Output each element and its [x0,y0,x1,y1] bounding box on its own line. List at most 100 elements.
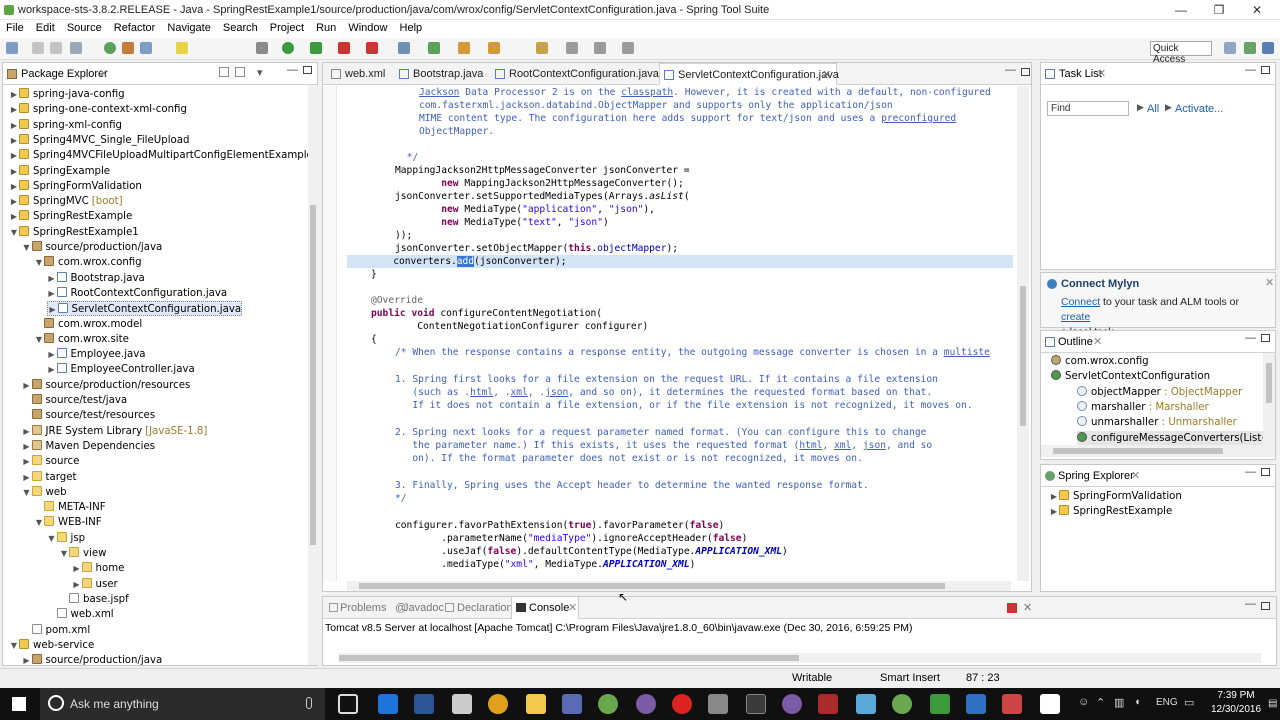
java-icon[interactable] [1002,694,1022,714]
external-tools-icon[interactable] [366,42,378,54]
package-tree-item[interactable]: ▶ SpringFormValidation [9,179,142,194]
spring-explorer-tab[interactable]: Spring Explorer ✕ — [1041,465,1275,487]
package-tree-item[interactable]: ▶ Bootstrap.java [47,271,145,286]
tab-root-context[interactable]: RootContextConfiguration.java [491,63,659,85]
new-package-icon[interactable] [398,42,410,54]
collapse-arrow-icon[interactable]: ▼ [47,531,57,546]
expand-arrow-icon[interactable]: ▶ [47,362,57,377]
maximize-view-icon[interactable] [1261,468,1270,476]
package-tree-item[interactable]: com.wrox.model [34,317,142,332]
store-icon[interactable] [452,694,472,714]
close-view-icon[interactable]: ✕ [99,67,108,80]
outline-item[interactable]: objectMapper : ObjectMapper [1077,385,1242,400]
menu-edit[interactable]: Edit [36,20,55,34]
collapse-all-icon[interactable] [219,67,229,77]
spring-explorer-item[interactable]: ▶ SpringRestExample [1049,504,1172,519]
expand-arrow-icon[interactable]: ▶ [9,194,19,209]
eclipse-icon[interactable] [636,694,656,714]
outline-tab[interactable]: Outline ✕ — [1041,331,1275,353]
package-tree-item[interactable]: ▶ SpringMVC [boot] [9,194,123,209]
save-icon[interactable] [32,42,44,54]
new-class-icon[interactable] [428,42,440,54]
package-tree-item[interactable]: ▼ source/production/java [22,240,162,255]
expand-arrow-icon[interactable]: ▶ [22,470,32,485]
all-tasks-link[interactable]: All [1147,103,1159,115]
last-edit-icon[interactable] [566,42,578,54]
package-tree-item[interactable]: ▶ Employee.java [47,347,146,362]
box-icon[interactable] [708,694,728,714]
cortana-search[interactable]: Ask me anything [40,688,325,720]
expand-icon[interactable]: ▶ [1049,504,1059,519]
expand-arrow-icon[interactable]: ▶ [9,209,19,224]
microphone-icon[interactable] [306,697,312,709]
terminate-icon[interactable] [1007,603,1017,613]
minimize-view-icon[interactable]: — [1245,466,1256,478]
notepad-icon[interactable] [966,694,986,714]
close-view-icon[interactable]: ✕ [1097,67,1106,80]
menu-project[interactable]: Project [270,20,304,34]
view-menu-icon[interactable]: ▾ [257,66,263,79]
edge-icon[interactable] [378,694,398,714]
expand-arrow-icon[interactable]: ▶ [22,424,32,439]
minimize-view-icon[interactable]: — [287,64,298,76]
package-tree-item[interactable]: ▼ SpringRestExample1 [9,225,139,240]
package-tree-item[interactable]: ▼ com.wrox.config [34,255,142,270]
open-task-icon[interactable] [458,42,470,54]
package-tree-item[interactable]: ▶ home [72,561,124,576]
stop-icon[interactable] [338,42,350,54]
minimize-editor-icon[interactable]: — [1005,64,1016,76]
sts-icon[interactable] [598,694,618,714]
activate-link[interactable]: Activate... [1175,103,1223,115]
package-tree-item[interactable]: source/test/java [22,393,127,408]
spring-tool-suite-icon[interactable] [892,694,912,714]
new-icon[interactable] [6,42,18,54]
expand-arrow-icon[interactable]: ▶ [9,102,19,117]
app-icon[interactable] [562,694,582,714]
expand-arrow-icon[interactable]: ▶ [22,454,32,469]
expand-arrow-icon[interactable]: ▶ [9,133,19,148]
minimize-view-icon[interactable]: — [1245,64,1256,76]
task-view-icon[interactable] [338,694,358,714]
terminal-icon[interactable] [746,694,766,714]
package-tree-item[interactable]: ▶ Spring4MVC_Single_FileUpload [9,133,189,148]
print-icon[interactable] [70,42,82,54]
collapse-arrow-icon[interactable]: ▼ [34,255,44,270]
package-tree-item[interactable]: ▶ user [72,577,118,592]
forward-icon[interactable] [622,42,634,54]
package-tree-item[interactable]: base.jspf [59,592,129,607]
menu-navigate[interactable]: Navigate [167,20,210,34]
toggle-mark-icon[interactable] [176,42,188,54]
package-tree-item[interactable]: source/test/resources [22,408,155,423]
collapse-arrow-icon[interactable]: ▼ [22,485,32,500]
package-tree-scrollbar[interactable] [308,85,318,665]
close-mylyn-icon[interactable]: ✕ [1265,276,1274,289]
outline-item[interactable]: unmarshaller : Unmarshaller [1077,415,1237,430]
editor-vertical-scrollbar[interactable] [1017,86,1029,581]
windows-start-icon[interactable] [12,697,26,711]
maximize-view-icon[interactable] [1261,66,1270,74]
menu-window[interactable]: Window [348,20,387,34]
tab-javadoc[interactable]: Javadoc [403,602,444,614]
package-tree-item[interactable]: ▶ spring-xml-config [9,118,122,133]
tab-bootstrap[interactable]: Bootstrap.java [395,63,491,85]
link-editor-icon[interactable] [235,67,245,77]
package-tree-item[interactable]: ▼ web-service [9,638,94,653]
maximize-view-icon[interactable] [303,66,312,74]
menu-run[interactable]: Run [316,20,336,34]
expand-arrow-icon[interactable]: ▶ [72,577,82,592]
package-explorer-tab[interactable]: Package Explorer ✕ ▾ — [3,63,317,85]
maximize-editor-icon[interactable] [1021,68,1030,76]
collapse-arrow-icon[interactable]: ▼ [22,240,32,255]
collapse-arrow-icon[interactable]: ▼ [59,546,69,561]
expand-arrow-icon[interactable]: ▶ [72,561,82,576]
package-tree-item[interactable]: ▶ RootContextConfiguration.java [47,286,227,301]
back-icon[interactable] [594,42,606,54]
package-tree-item[interactable]: ▶ ServletContextConfiguration.java [46,301,243,317]
build-icon[interactable] [122,42,134,54]
package-tree-item[interactable]: ▶ SpringRestExample [9,209,132,224]
opera-icon[interactable] [672,694,692,714]
maximize-view-icon[interactable] [1261,334,1270,342]
debug-icon[interactable] [104,42,116,54]
mail-icon[interactable] [856,694,876,714]
close-view-icon[interactable]: ✕ [1131,469,1140,482]
